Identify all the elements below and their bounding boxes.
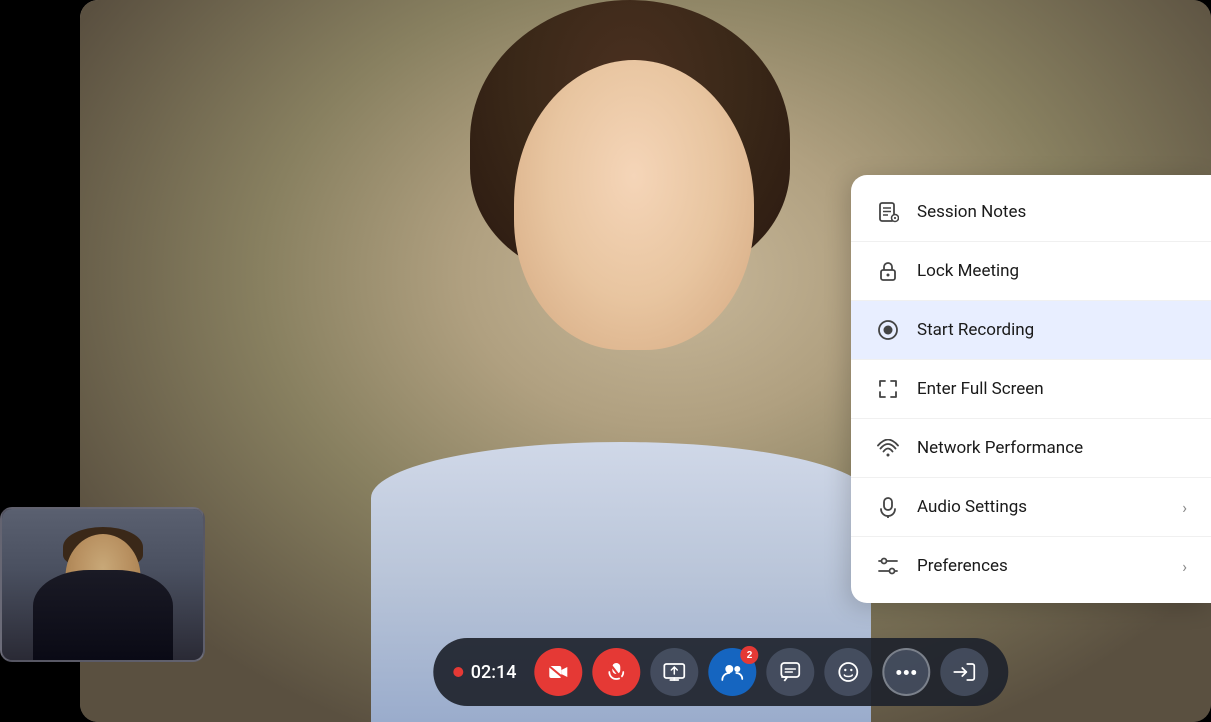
reactions-button[interactable] [824,648,872,696]
audio-settings-chevron: › [1182,498,1187,517]
lock-icon [875,258,901,284]
chat-button[interactable] [766,648,814,696]
menu-item-enter-full-screen[interactable]: Enter Full Screen [851,360,1211,418]
timer-display: 02:14 [471,662,517,683]
menu-item-lock-meeting[interactable]: Lock Meeting [851,242,1211,300]
pip-video[interactable] [0,507,205,662]
enter-full-screen-label: Enter Full Screen [917,379,1187,399]
menu-item-network-performance[interactable]: Network Performance [851,419,1211,477]
participants-button[interactable]: 2 [708,648,756,696]
lock-meeting-label: Lock Meeting [917,261,1187,281]
timer: 02:14 [453,662,525,683]
audio-icon [875,494,901,520]
menu-item-audio-settings[interactable]: Audio Settings › [851,478,1211,536]
toolbar: 02:14 2 [433,638,1009,706]
preferences-label: Preferences [917,556,1166,576]
context-menu: Session Notes Lock Meeting Start Recordi… [851,175,1211,603]
menu-item-start-recording[interactable]: Start Recording [851,301,1211,359]
wifi-icon [875,435,901,461]
more-button[interactable] [882,648,930,696]
start-recording-label: Start Recording [917,320,1187,340]
record-icon [875,317,901,343]
network-performance-label: Network Performance [917,438,1187,458]
audio-settings-label: Audio Settings [917,497,1166,517]
leave-button[interactable] [940,648,988,696]
preferences-icon [875,553,901,579]
fullscreen-icon [875,376,901,402]
share-screen-button[interactable] [650,648,698,696]
session-notes-label: Session Notes [917,202,1187,222]
video-button[interactable] [534,648,582,696]
mute-button[interactable] [592,648,640,696]
menu-item-session-notes[interactable]: Session Notes [851,183,1211,241]
notes-icon [875,199,901,225]
menu-item-preferences[interactable]: Preferences › [851,537,1211,595]
participants-badge: 2 [740,646,758,664]
preferences-chevron: › [1182,557,1187,576]
recording-dot [453,667,463,677]
